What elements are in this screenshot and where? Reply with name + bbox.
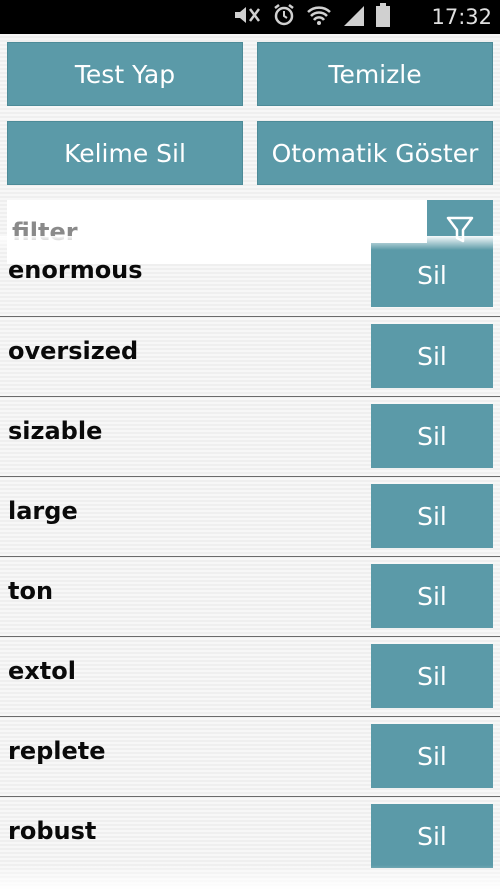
delete-button[interactable]: Sil [371,564,493,628]
delete-button[interactable]: Sil [371,724,493,788]
word-label: large [8,497,78,525]
delete-button[interactable]: Sil [371,243,493,307]
signal-icon [342,4,366,30]
wifi-icon [306,4,332,30]
list-item: large Sil [0,476,500,556]
auto-show-button[interactable]: Otomatik Göster [257,121,493,185]
list-fade-top [0,236,500,250]
word-label: robust [8,817,97,845]
word-label: oversized [8,337,139,365]
list-item: robust Sil [0,796,500,876]
alarm-icon [272,3,296,31]
list-item: extol Sil [0,636,500,716]
word-label: replete [8,737,106,765]
test-button[interactable]: Test Yap [7,42,243,106]
list-item: ton Sil [0,556,500,636]
delete-word-button[interactable]: Kelime Sil [7,121,243,185]
status-clock: 17:32 [431,5,492,29]
list-item: sizable Sil [0,396,500,476]
delete-button[interactable]: Sil [371,804,493,868]
status-bar: 17:32 [0,0,500,34]
clear-button[interactable]: Temizle [257,42,493,106]
delete-button[interactable]: Sil [371,324,493,388]
mute-icon [232,4,262,30]
list-item: replete Sil [0,716,500,796]
delete-button[interactable]: Sil [371,644,493,708]
delete-button[interactable]: Sil [371,484,493,548]
status-icons [232,3,390,31]
word-label: extol [8,657,76,685]
list-fade-bottom [0,865,500,889]
word-label: enormous [8,256,143,284]
word-label: ton [8,577,54,605]
delete-button[interactable]: Sil [371,404,493,468]
battery-icon [376,3,390,31]
list-item: oversized Sil [0,316,500,396]
word-label: sizable [8,417,103,445]
